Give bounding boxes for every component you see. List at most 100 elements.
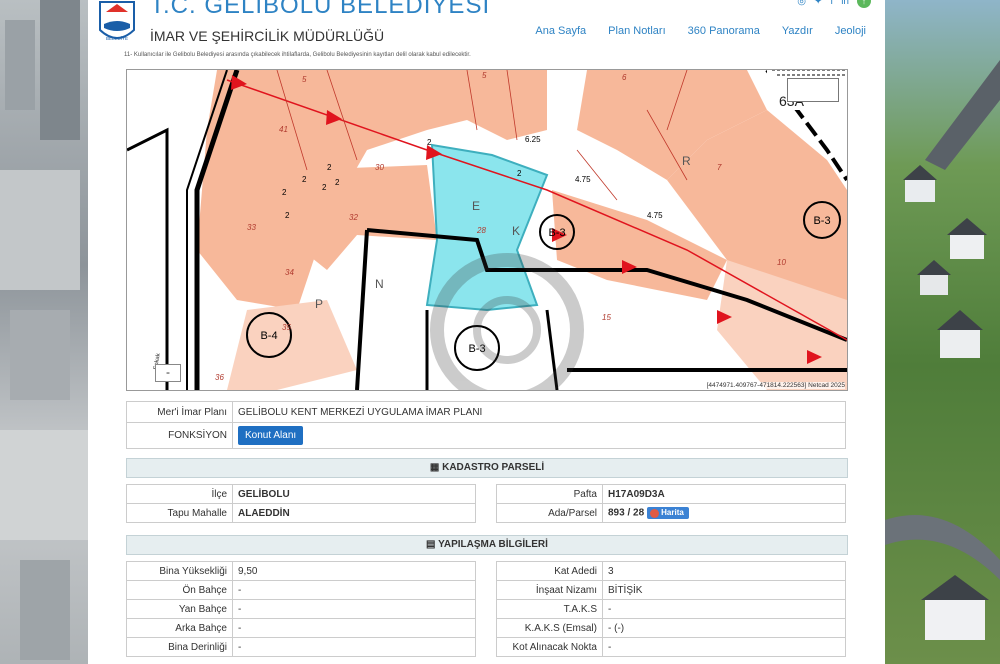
nav-geology[interactable]: Jeoloji: [824, 25, 877, 37]
map-pin-icon: [650, 508, 660, 518]
table-row: Pafta H17A09D3A: [496, 484, 846, 504]
svg-text:P: P: [315, 297, 323, 311]
neighborhood-label: Tapu Mahalle: [126, 503, 233, 523]
district-label: İlçe: [126, 484, 233, 504]
function-button[interactable]: Konut Alanı: [238, 426, 304, 445]
svg-text:2: 2: [427, 138, 432, 147]
table-row: FONKSİYON Konut Alanı: [126, 422, 846, 449]
svg-text:K: K: [512, 224, 520, 238]
block-parcel-label: Ada/Parsel: [496, 503, 603, 523]
svg-text:5: 5: [482, 71, 487, 80]
map-button-label: Harita: [661, 508, 684, 518]
kaks-value: - (-): [602, 618, 846, 638]
globe-icon[interactable]: ◎: [797, 0, 806, 7]
site-title: T.C. GELİBOLU BELEDİYESİ: [150, 0, 491, 19]
table-row: İlçe GELİBOLU: [126, 484, 476, 504]
construction-order-label: İnşaat Nizamı: [496, 580, 603, 600]
plan-info-table: Mer'i İmar Planı GELİBOLU KENT MERKEZİ U…: [126, 401, 846, 449]
svg-text:4.75: 4.75: [575, 175, 591, 184]
nav-plan-notes[interactable]: Plan Notları: [597, 25, 676, 37]
neighborhood-value: ALAEDDİN: [232, 503, 476, 523]
zoning-map[interactable]: B-3 B-3 B-3 B-4 41 30 32 33 34 35 36 28 …: [126, 69, 848, 391]
yapilasma-left-table: Bina Yüksekliği 9,50 Ön Bahçe - Yan Bahçe -…: [126, 561, 476, 657]
back-yard-value: -: [232, 618, 476, 638]
layer-switcher[interactable]: [787, 78, 839, 102]
plan-value: GELİBOLU KENT MERKEZİ UYGULAMA İMAR PLAN…: [232, 401, 846, 423]
nav-360-panorama[interactable]: 360 Panorama: [677, 25, 771, 37]
background-photo-right: [885, 0, 1000, 664]
front-yard-value: -: [232, 580, 476, 600]
svg-text:BELEDİYE: BELEDİYE: [106, 35, 128, 41]
building-height-label: Bina Yüksekliği: [126, 561, 233, 581]
section-header-yapilasma: ▤ YAPILAŞMA BİLGİLERİ: [126, 535, 848, 555]
plan-label: Mer'i İmar Planı: [126, 401, 233, 423]
nav-home[interactable]: Ana Sayfa: [524, 25, 597, 37]
twitter-icon[interactable]: ✦: [814, 0, 822, 7]
svg-text:35: 35: [282, 323, 291, 332]
nav-print[interactable]: Yazdır: [771, 25, 824, 37]
table-row: Bina Derinliği -: [126, 637, 476, 657]
grid-icon: ▦: [429, 462, 440, 473]
taks-label: T.A.K.S: [496, 599, 603, 619]
table-row: Mer'i İmar Planı GELİBOLU KENT MERKEZİ U…: [126, 401, 846, 423]
document-icon: ▤: [426, 539, 436, 550]
svg-text:N: N: [375, 277, 384, 291]
kaks-label: K.A.K.S (Emsal): [496, 618, 603, 638]
svg-text:36: 36: [215, 373, 224, 382]
facebook-icon[interactable]: f: [830, 0, 833, 7]
svg-text:B-3: B-3: [548, 227, 565, 239]
map-button[interactable]: Harita: [647, 507, 689, 519]
svg-text:6: 6: [622, 73, 627, 82]
table-row: Ada/Parsel 893 / 28 Harita: [496, 503, 846, 523]
table-row: Bina Yüksekliği 9,50: [126, 561, 476, 581]
table-row: Kot Alınacak Nokta -: [496, 637, 846, 657]
svg-text:6.25: 6.25: [525, 135, 541, 144]
village-illustration-right: [885, 60, 1000, 640]
block-parcel-value: 893 / 28: [608, 507, 645, 519]
municipality-logo[interactable]: BELEDİYE: [98, 0, 136, 46]
back-yard-label: Arka Bahçe: [126, 618, 233, 638]
disclaimer-text: 11- Kullanıcılar ile Gelibolu Belediyesi…: [124, 52, 471, 58]
side-yard-value: -: [232, 599, 476, 619]
building-depth-value: -: [232, 637, 476, 657]
front-yard-label: Ön Bahçe: [126, 580, 233, 600]
svg-text:15: 15: [602, 313, 611, 322]
elevation-point-value: -: [602, 637, 846, 657]
map-canvas[interactable]: B-3 B-3 B-3 B-4 41 30 32 33 34 35 36 28 …: [127, 70, 847, 390]
yapilasma-right-table: Kat Adedi 3 İnşaat Nizamı BİTİŞİK T.A.K.S -…: [496, 561, 846, 657]
svg-text:B-4: B-4: [260, 330, 277, 342]
svg-text:30: 30: [375, 163, 384, 172]
floor-count-value: 3: [602, 561, 846, 581]
social-links: ◎ ✦ f in ↑: [797, 0, 871, 8]
background-photo-left: [0, 0, 88, 664]
sheet-value: H17A09D3A: [602, 484, 846, 504]
table-row: Ön Bahçe -: [126, 580, 476, 600]
svg-text:2: 2: [302, 175, 307, 184]
svg-text:2: 2: [517, 169, 522, 178]
table-row: Kat Adedi 3: [496, 561, 846, 581]
svg-text:4.75: 4.75: [647, 211, 663, 220]
svg-text:E: E: [472, 199, 480, 213]
map-coordinates: [4474971.409767-471814.222563] Netcad 20…: [706, 382, 845, 389]
linkedin-icon[interactable]: in: [841, 0, 849, 7]
zoom-out-button[interactable]: -: [155, 364, 181, 382]
svg-text:R: R: [682, 154, 691, 168]
svg-text:5: 5: [302, 75, 307, 84]
floor-count-label: Kat Adedi: [496, 561, 603, 581]
building-depth-label: Bina Derinliği: [126, 637, 233, 657]
svg-text:2: 2: [322, 183, 327, 192]
table-row: İnşaat Nizamı BİTİŞİK: [496, 580, 846, 600]
elevation-point-label: Kot Alınacak Nokta: [496, 637, 603, 657]
site-subtitle: İMAR VE ŞEHİRCİLİK MÜDÜRLÜĞÜ: [150, 28, 385, 44]
svg-text:2: 2: [327, 163, 332, 172]
scroll-top-icon[interactable]: ↑: [857, 0, 871, 8]
function-value-cell: Konut Alanı: [232, 422, 846, 449]
svg-text:32: 32: [349, 213, 358, 222]
block-parcel-cell: 893 / 28 Harita: [602, 503, 846, 523]
building-height-value: 9,50: [232, 561, 476, 581]
main-panel: BELEDİYE T.C. GELİBOLU BELEDİYESİ İMAR V…: [88, 0, 885, 664]
kadastro-right-table: Pafta H17A09D3A Ada/Parsel 893 / 28 Harit…: [496, 484, 846, 523]
svg-text:2: 2: [285, 211, 290, 220]
district-value: GELİBOLU: [232, 484, 476, 504]
svg-text:33: 33: [247, 223, 256, 232]
